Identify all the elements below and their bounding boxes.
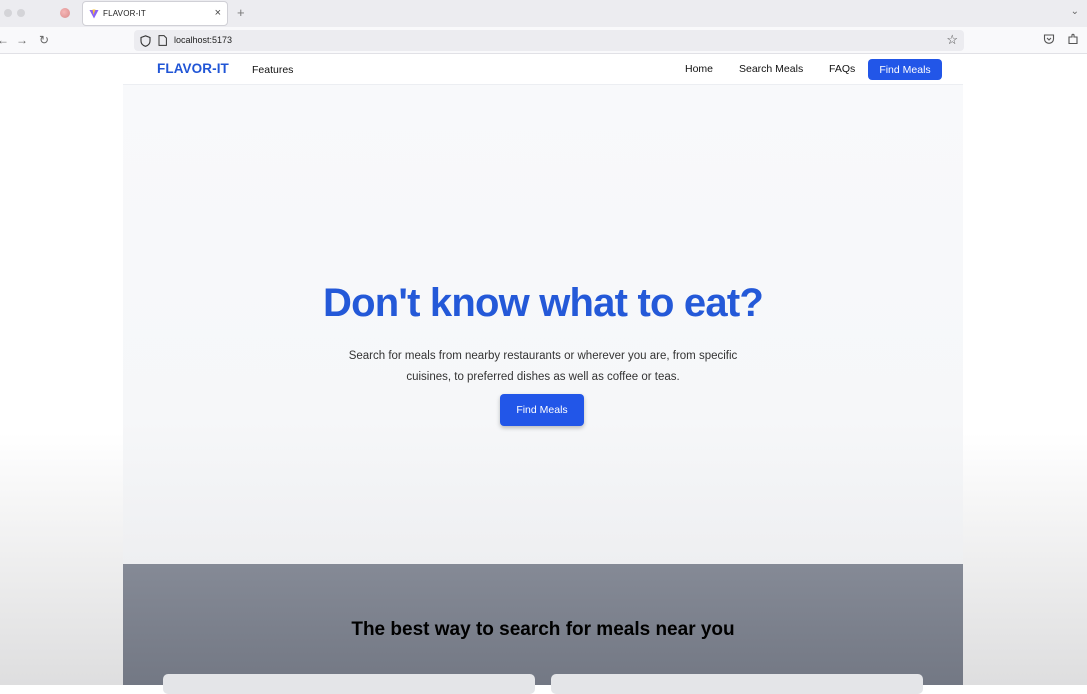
feature-card [163,674,535,694]
vite-favicon-icon [89,9,99,18]
browser-tabstrip: FLAVOR-IT × + ⌄ [0,0,1087,27]
tab-close-icon[interactable]: × [215,8,221,19]
nav-find-meals-button[interactable]: Find Meals [868,59,942,80]
back-button[interactable]: ← [0,33,9,47]
hero-title: Don't know what to eat? [323,281,764,325]
url-bar[interactable]: localhost:5173 ☆ [134,30,964,51]
browser-tab-active[interactable]: FLAVOR-IT × [82,1,228,26]
nav-link-home[interactable]: Home [685,63,713,75]
bookmark-star-icon[interactable]: ☆ [946,32,958,48]
window-close-dot[interactable] [4,9,12,17]
hero-find-meals-button[interactable]: Find Meals [500,394,584,426]
url-text[interactable]: localhost:5173 [174,35,232,45]
page-viewport: FLAVOR-IT Features Home Search Meals FAQ… [0,54,1087,694]
brand-logo[interactable]: FLAVOR-IT [157,61,229,76]
browser-toolbar: ← → ↻ localhost:5173 ☆ [0,27,1087,54]
features-title: The best way to search for meals near yo… [351,619,735,640]
tracking-shield-icon[interactable] [140,35,151,47]
tab-list-chevron-icon[interactable]: ⌄ [1071,6,1079,17]
pinned-tab-icon[interactable] [60,8,70,18]
new-tab-button[interactable]: + [237,5,245,20]
features-section: The best way to search for meals near yo… [123,564,963,694]
hero-section: Don't know what to eat? Search for meals… [123,85,963,564]
nav-link-search-meals[interactable]: Search Meals [739,63,803,75]
pocket-icon[interactable] [1043,33,1055,45]
nav-link-faqs[interactable]: FAQs [829,63,855,75]
site-navbar: FLAVOR-IT Features Home Search Meals FAQ… [123,54,963,85]
tab-title: FLAVOR-IT [103,9,146,18]
window-minimize-dot[interactable] [17,9,25,17]
extensions-icon[interactable] [1067,33,1079,45]
hero-description: Search for meals from nearby restaurants… [348,350,738,383]
nav-link-features[interactable]: Features [252,64,293,76]
reload-button[interactable]: ↻ [39,33,49,47]
page-container: FLAVOR-IT Features Home Search Meals FAQ… [123,54,963,694]
page-info-icon[interactable] [158,35,167,46]
feature-card [551,674,923,694]
forward-button[interactable]: → [16,33,28,47]
